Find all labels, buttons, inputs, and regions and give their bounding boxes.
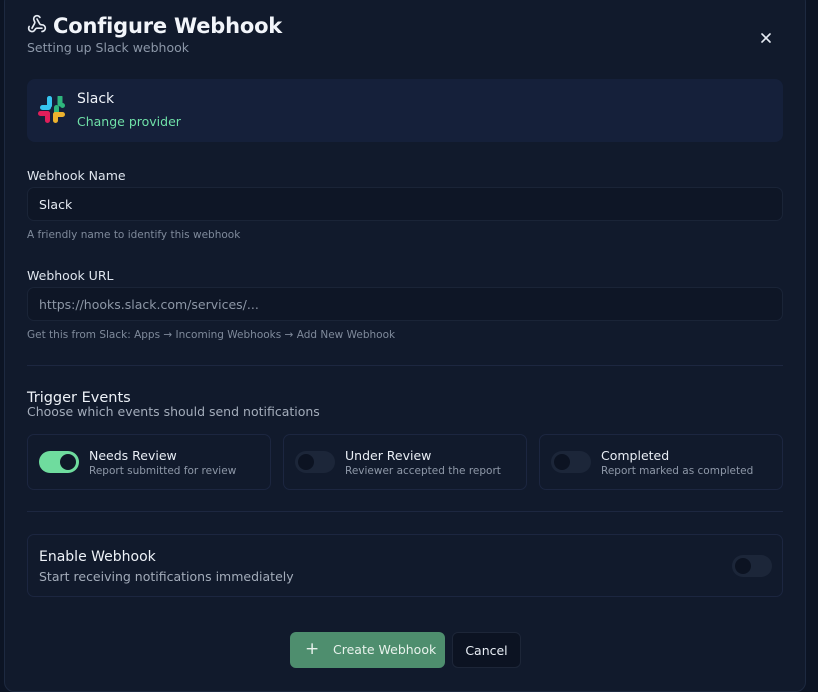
plus-icon: + xyxy=(305,639,320,659)
divider xyxy=(27,511,783,512)
webhook-url-hint: Get this from Slack: Apps → Incoming Web… xyxy=(27,329,396,341)
create-webhook-button[interactable]: + Create Webhook xyxy=(290,632,445,668)
needs-review-toggle[interactable] xyxy=(39,451,79,473)
webhook-name-input[interactable] xyxy=(27,187,783,221)
event-card-completed[interactable]: Completed Report marked as completed xyxy=(539,434,783,490)
enable-webhook-card: Enable Webhook Start receiving notificat… xyxy=(27,534,783,597)
provider-name: Slack xyxy=(77,91,115,107)
enable-webhook-description: Start receiving notifications immediatel… xyxy=(39,569,294,584)
toggle-knob xyxy=(60,454,76,470)
under-review-toggle[interactable] xyxy=(295,451,335,473)
enable-webhook-title: Enable Webhook xyxy=(39,549,156,565)
event-title: Needs Review xyxy=(89,448,177,463)
dialog-header: Configure Webhook Setting up Slack webho… xyxy=(27,14,282,55)
enable-webhook-toggle[interactable] xyxy=(732,555,772,577)
event-description: Report submitted for review xyxy=(89,465,237,477)
completed-toggle[interactable] xyxy=(551,451,591,473)
webhook-name-hint: A friendly name to identify this webhook xyxy=(27,229,241,241)
webhook-icon xyxy=(27,14,47,38)
event-title: Completed xyxy=(601,448,670,463)
webhook-url-label: Webhook URL xyxy=(27,268,114,283)
event-card-under-review[interactable]: Under Review Reviewer accepted the repor… xyxy=(283,434,527,490)
create-webhook-label: Create Webhook xyxy=(333,642,437,657)
close-icon[interactable] xyxy=(760,29,772,48)
webhook-url-input[interactable] xyxy=(27,287,783,321)
toggle-knob xyxy=(735,558,751,574)
cancel-button[interactable]: Cancel xyxy=(452,632,521,668)
trigger-events-subtitle: Choose which events should send notifica… xyxy=(27,404,320,419)
event-title: Under Review xyxy=(345,448,432,463)
toggle-knob xyxy=(554,454,570,470)
webhook-name-label: Webhook Name xyxy=(27,168,126,183)
event-description: Report marked as completed xyxy=(601,465,754,477)
divider xyxy=(27,365,783,366)
event-card-needs-review[interactable]: Needs Review Report submitted for review xyxy=(27,434,271,490)
slack-logo-icon xyxy=(38,94,66,124)
dialog-subtitle: Setting up Slack webhook xyxy=(27,40,190,55)
provider-card: Slack Change provider xyxy=(27,79,783,142)
change-provider-link[interactable]: Change provider xyxy=(77,114,181,129)
event-description: Reviewer accepted the report xyxy=(345,465,501,477)
dialog-title: Configure Webhook xyxy=(53,14,283,38)
close-button[interactable] xyxy=(756,28,776,48)
toggle-knob xyxy=(298,454,314,470)
